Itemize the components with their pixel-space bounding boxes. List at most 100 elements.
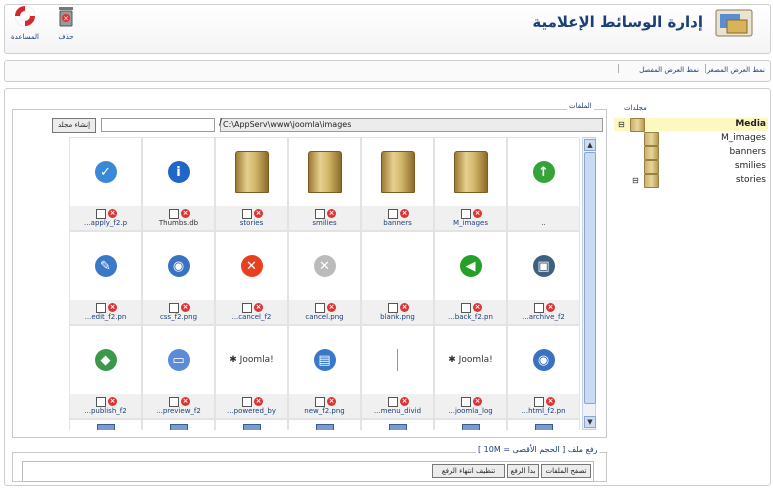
- file-name[interactable]: ...edit_f2.pn: [72, 313, 139, 321]
- file-item[interactable]: [361, 419, 434, 430]
- folder-icon[interactable]: [289, 138, 360, 206]
- thumb-view-link[interactable]: نمط العرض المصغر: [707, 66, 765, 74]
- select-checkbox[interactable]: [315, 209, 325, 219]
- file-item[interactable]: ◉ × ...html_f2.pn: [507, 325, 580, 419]
- file-item[interactable]: × blank.png: [361, 231, 434, 325]
- tree-item-stories[interactable]: ⊟ stories: [614, 174, 768, 188]
- delete-icon[interactable]: ×: [108, 209, 117, 218]
- select-checkbox[interactable]: [96, 209, 106, 219]
- file-item[interactable]: ✕ × cancel.png: [288, 231, 361, 325]
- delete-icon[interactable]: ×: [473, 397, 482, 406]
- file-name[interactable]: css_f2.png: [145, 313, 212, 321]
- edit-icon[interactable]: ✎: [70, 232, 141, 300]
- delete-icon[interactable]: ×: [400, 303, 409, 312]
- select-checkbox[interactable]: [461, 209, 471, 219]
- delete-icon[interactable]: ×: [327, 303, 336, 312]
- file-name[interactable]: M_images: [437, 219, 504, 227]
- select-checkbox[interactable]: [169, 397, 179, 407]
- create-folder-button[interactable]: إنشاء مجلد: [52, 118, 96, 133]
- blank-icon[interactable]: [362, 232, 433, 300]
- delete-icon[interactable]: ×: [181, 303, 190, 312]
- file-item[interactable]: [507, 419, 580, 430]
- delete-icon[interactable]: ×: [108, 397, 117, 406]
- menu-divider-icon[interactable]: [362, 326, 433, 394]
- file-thumbnail-icon[interactable]: [216, 420, 287, 430]
- file-item[interactable]: ✎ × ...edit_f2.pn: [69, 231, 142, 325]
- help-button[interactable]: المساعدة: [8, 4, 42, 41]
- check-icon[interactable]: ✓: [70, 138, 141, 206]
- file-item[interactable]: × ...menu_divid: [361, 325, 434, 419]
- tree-item-banners[interactable]: banners: [614, 146, 768, 160]
- file-thumbnail-icon[interactable]: [143, 420, 214, 430]
- file-name[interactable]: ...preview_f2: [145, 407, 212, 415]
- select-checkbox[interactable]: [242, 397, 252, 407]
- cancel-red-icon[interactable]: ✕: [216, 232, 287, 300]
- file-name[interactable]: ...back_f2.pn: [437, 313, 504, 321]
- select-checkbox[interactable]: [388, 397, 398, 407]
- collapse-icon[interactable]: ⊟: [618, 118, 625, 131]
- select-checkbox[interactable]: [242, 303, 252, 313]
- file-thumbnail-icon[interactable]: [289, 420, 360, 430]
- delete-icon[interactable]: ×: [254, 209, 263, 218]
- cancel-gray-icon[interactable]: ✕: [289, 232, 360, 300]
- delete-icon[interactable]: ×: [181, 397, 190, 406]
- delete-icon[interactable]: ×: [400, 209, 409, 218]
- file-item[interactable]: ◆ × ...publish_f2: [69, 325, 142, 419]
- delete-icon[interactable]: ×: [473, 209, 482, 218]
- delete-icon[interactable]: ×: [400, 397, 409, 406]
- tree-item-media[interactable]: ⊟ Media: [614, 118, 768, 132]
- file-name[interactable]: banners: [364, 219, 431, 227]
- select-checkbox[interactable]: [461, 303, 471, 313]
- file-item[interactable]: [69, 419, 142, 430]
- file-name[interactable]: ...powered_by: [218, 407, 285, 415]
- file-thumbnail-icon[interactable]: [70, 420, 141, 430]
- powered-by-icon[interactable]: ✱ Joomla!: [216, 326, 287, 394]
- file-item[interactable]: ◀ × ...back_f2.pn: [434, 231, 507, 325]
- browse-files-button[interactable]: تصفح الملفات: [541, 464, 591, 478]
- scroll-up-arrow-icon[interactable]: ▲: [584, 139, 596, 151]
- file-name[interactable]: ...html_f2.pn: [510, 407, 577, 415]
- scroll-thumb[interactable]: [584, 152, 596, 404]
- file-item[interactable]: [142, 419, 215, 430]
- delete-icon[interactable]: ×: [546, 397, 555, 406]
- folder-icon[interactable]: [362, 138, 433, 206]
- delete-icon[interactable]: ×: [473, 303, 482, 312]
- new-icon[interactable]: ▤: [289, 326, 360, 394]
- file-item[interactable]: ✕ × ...cancel_f2: [215, 231, 288, 325]
- expand-icon[interactable]: ⊟: [632, 174, 639, 187]
- file-name[interactable]: smilies: [291, 219, 358, 227]
- file-thumbnail-icon[interactable]: [362, 420, 433, 430]
- select-checkbox[interactable]: [534, 303, 544, 313]
- file-name[interactable]: ...joomla_log: [437, 407, 504, 415]
- file-item[interactable]: ▣ × ...archive_f2: [507, 231, 580, 325]
- file-name[interactable]: ...archive_f2: [510, 313, 577, 321]
- delete-icon[interactable]: ×: [327, 397, 336, 406]
- file-item[interactable]: × M_images: [434, 137, 507, 231]
- file-item[interactable]: ↑..: [507, 137, 580, 231]
- select-checkbox[interactable]: [388, 303, 398, 313]
- file-thumbnail-icon[interactable]: [508, 420, 579, 430]
- select-checkbox[interactable]: [169, 209, 179, 219]
- delete-icon[interactable]: ×: [327, 209, 336, 218]
- file-item[interactable]: ✓ × ...apply_f2.p: [69, 137, 142, 231]
- publish-icon[interactable]: ◆: [70, 326, 141, 394]
- file-item[interactable]: ✱ Joomla! × ...powered_by: [215, 325, 288, 419]
- file-name[interactable]: cancel.png: [291, 313, 358, 321]
- file-item[interactable]: i × Thumbs.db: [142, 137, 215, 231]
- select-checkbox[interactable]: [315, 397, 325, 407]
- file-item[interactable]: ▭ × ...preview_f2: [142, 325, 215, 419]
- file-item[interactable]: [288, 419, 361, 430]
- select-checkbox[interactable]: [315, 303, 325, 313]
- file-item[interactable]: ✱ Joomla! × ...joomla_log: [434, 325, 507, 419]
- file-name[interactable]: ...publish_f2: [72, 407, 139, 415]
- select-checkbox[interactable]: [534, 397, 544, 407]
- file-item[interactable]: × smilies: [288, 137, 361, 231]
- select-checkbox[interactable]: [461, 397, 471, 407]
- detail-view-link[interactable]: نمط العرض المفصل: [639, 66, 699, 74]
- delete-icon[interactable]: ×: [181, 209, 190, 218]
- delete-icon[interactable]: ×: [254, 303, 263, 312]
- folder-icon[interactable]: [435, 138, 506, 206]
- folder-icon[interactable]: [216, 138, 287, 206]
- file-item[interactable]: [434, 419, 507, 430]
- html-icon[interactable]: ◉: [508, 326, 579, 394]
